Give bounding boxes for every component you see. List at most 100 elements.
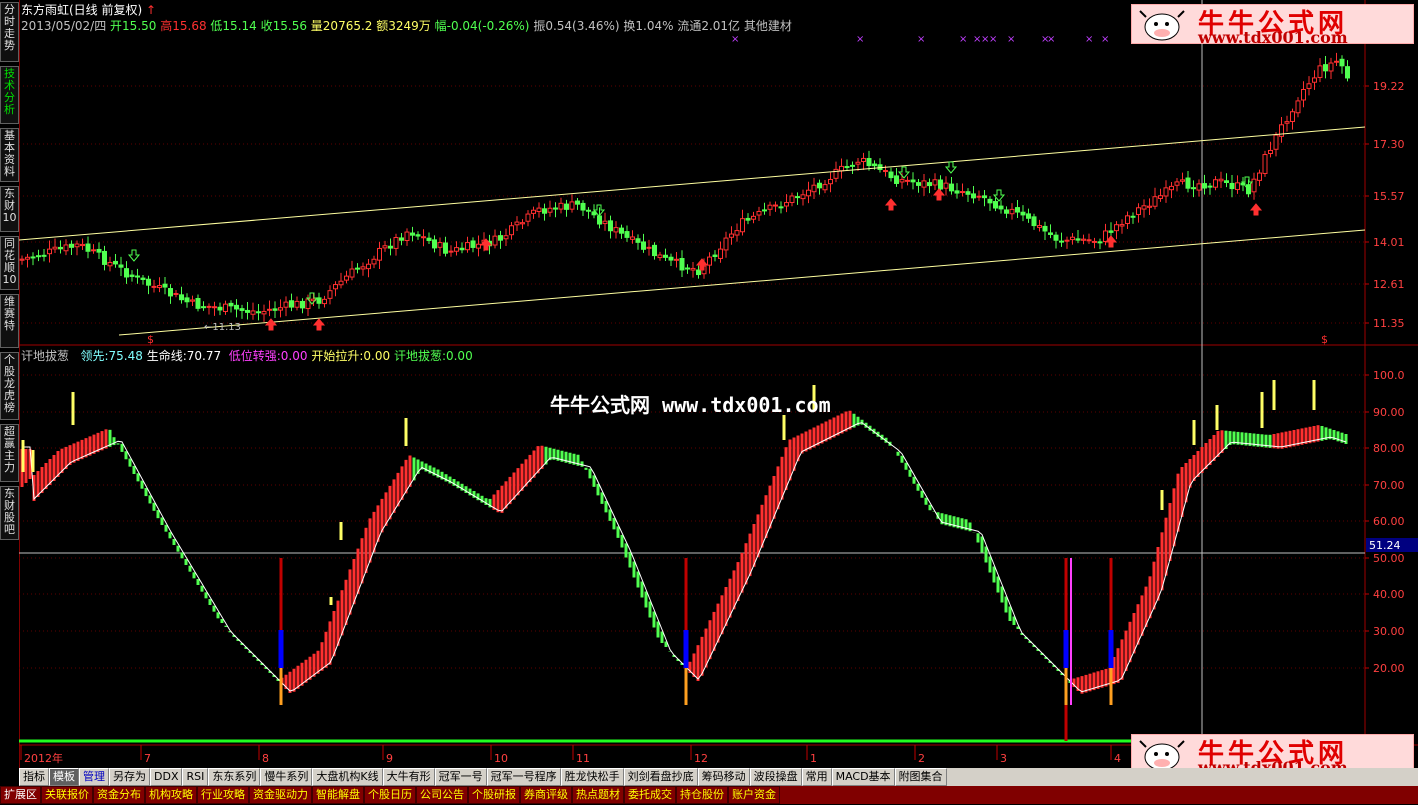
toolbar-btn-8[interactable]: 大盘机构K线 [312,768,383,786]
toolbar-btn-15[interactable]: 波段操盘 [749,768,802,786]
toolbar-btn-16[interactable]: 常用 [801,768,832,786]
time-tick-label: 12 [694,752,708,765]
candle-body [503,235,509,240]
down-arrow-icon [944,161,958,174]
candle-body [234,304,239,310]
signal-x-icon: × [1085,34,1093,45]
function-btn-12[interactable]: 委托成交 [624,786,676,804]
candle-body [338,280,344,286]
candle-body [217,306,223,311]
function-btn-9[interactable]: 个股研报 [468,786,520,804]
candle-body [888,171,894,179]
sidebar-tab-8[interactable]: 东财股吧 [0,486,19,540]
toolbar-btn-0[interactable]: 指标 [19,768,49,786]
toolbar-btn-1[interactable]: 模板 [49,768,79,786]
candle-body [1037,225,1042,228]
function-btn-2[interactable]: 资金分布 [93,786,145,804]
time-tick-label: 2012年 [24,751,63,765]
candle-body [151,285,157,288]
candle-body [206,305,212,308]
candle-body [1163,187,1169,197]
sidebar-tab-3[interactable]: 东财10 [0,186,19,232]
candle-body [949,183,954,192]
candle-body [586,209,591,212]
candle-body [1097,241,1103,244]
candle-body [553,207,558,210]
toolbar-btn-5[interactable]: RSI [182,768,209,786]
function-btn-13[interactable]: 持仓股份 [676,786,728,804]
function-btn-6[interactable]: 智能解盘 [312,786,364,804]
candle-body [437,242,443,248]
candle-body [520,222,525,225]
toolbar-btn-13[interactable]: 刘剑看盘抄底 [623,768,698,786]
toolbar-btn-6[interactable]: 东东系列 [208,768,261,786]
toolbar-btn-3[interactable]: 另存为 [109,768,150,786]
candle-body [1262,154,1268,174]
sidebar-tab-6[interactable]: 个股龙虎榜 [0,352,19,420]
ind-tick-label: 70.00 [1373,479,1405,492]
down-arrow-icon [127,249,141,262]
indicator-toolbar: 指标 模板 管理 另存为 DDX RSI 东东系列 慢牛系列 大盘机构K线 大牛有形 冠军一号 冠军一… [19,768,1418,786]
toolbar-btn-10[interactable]: 冠军一号 [434,768,487,786]
toolbar-btn-11[interactable]: 冠军一号程序 [486,768,561,786]
function-btn-10[interactable]: 券商评级 [520,786,572,804]
toolbar-btn-17[interactable]: MACD基本 [831,768,895,786]
ind-tick-label: 40.00 [1373,588,1405,601]
signal-x-icon: × [1047,34,1055,45]
toolbar-btn-4[interactable]: DDX [150,768,183,786]
candle-body [1092,240,1097,243]
candle-body [1086,239,1092,242]
kline-chart[interactable]: 19.2217.3015.5714.0112.6111.35100.090.00… [19,0,1418,768]
function-btn-7[interactable]: 个股日历 [364,786,416,804]
toolbar-btn-2[interactable]: 管理 [79,768,109,786]
candle-body [833,168,839,179]
candle-body [1235,182,1240,191]
candle-body [267,308,272,311]
price-tick-label: 19.22 [1373,80,1405,93]
toolbar-btn-12[interactable]: 胜龙快松手 [560,768,624,786]
candle-body [1334,60,1339,63]
center-watermark: 牛牛公式网 www.tdx001.com [550,393,831,417]
sidebar-tab-2[interactable]: 基本资料 [0,128,19,182]
dig-label: 讦地拔葱: [393,349,446,363]
sidebar-tab-7[interactable]: 超赢主力 [0,424,19,482]
price-tick-label: 14.01 [1373,236,1405,249]
candle-body [927,182,932,187]
candle-body [1224,180,1229,184]
lead-value: 75.48 [108,349,143,363]
candle-body [707,256,712,266]
function-btn-14[interactable]: 账户资金 [728,786,780,804]
time-tick-label: 10 [494,752,508,765]
sidebar-tab-0[interactable]: 分时走势 [0,2,19,62]
sidebar-tab-4[interactable]: 同花顺10 [0,236,19,290]
candle-body [470,240,476,248]
function-btn-11[interactable]: 热点题材 [572,786,624,804]
signal-x-icon: × [731,34,739,45]
candle-body [432,239,437,249]
function-btn-1[interactable]: 关联报价 [41,786,93,804]
price-tick-label: 17.30 [1373,138,1405,151]
candle-body [1070,236,1075,241]
sidebar-tab-1[interactable]: 技术分析 [0,66,19,124]
toolbar-btn-9[interactable]: 大牛有形 [382,768,435,786]
function-btn-0[interactable]: 扩展区 [0,786,41,804]
candle-body [635,238,641,243]
candle-body [256,311,261,314]
function-btn-3[interactable]: 机构攻略 [145,786,197,804]
candle-body [547,207,553,213]
sidebar-tab-5[interactable]: 维赛特 [0,294,19,348]
toolbar-btn-7[interactable]: 慢牛系列 [260,768,313,786]
toolbar-btn-18[interactable]: 附图集合 [894,768,947,786]
function-btn-5[interactable]: 资金驱动力 [249,786,312,804]
candle-body [954,190,960,194]
toolbar-btn-14[interactable]: 筹码移动 [697,768,750,786]
function-btn-4[interactable]: 行业攻略 [197,786,249,804]
candle-body [426,237,432,241]
low-label: 低位转强: [228,349,281,363]
candle-body [663,254,668,258]
candle-body [102,250,107,265]
candle-body [1290,111,1295,122]
function-btn-8[interactable]: 公司公告 [416,786,468,804]
candle-body [184,297,190,303]
candle-body [1345,66,1350,79]
